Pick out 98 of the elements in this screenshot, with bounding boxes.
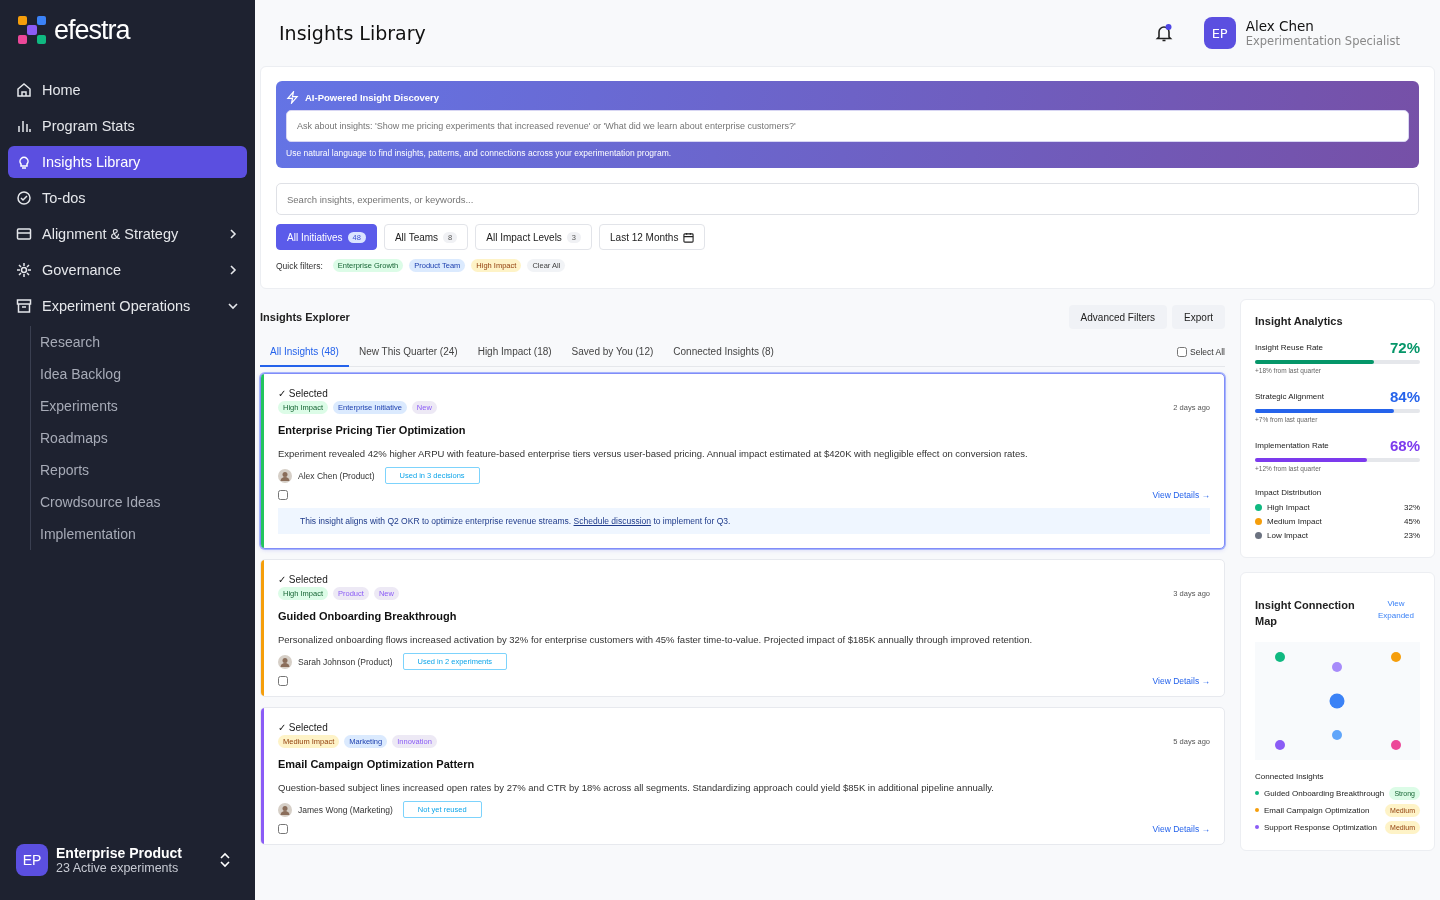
brand-name: efestra [54,14,130,46]
nav-subitem[interactable]: Idea Backlog [40,358,247,390]
select-all-label[interactable]: Select All [1190,347,1225,357]
insight-title: Guided Onboarding Breakthrough [278,610,458,622]
action-button[interactable]: Advanced Filters [1068,305,1168,329]
person-avatar [278,802,292,817]
connected-insight[interactable]: Email Campaign Optimization [1264,804,1381,817]
page-title: Insights Library [279,22,426,44]
chevron-icon [227,264,239,276]
nav-subitem[interactable]: Reports [40,454,247,486]
view-details-link[interactable]: View Details → [1152,490,1210,500]
schedule-link[interactable]: Schedule discussion [573,516,652,526]
home-icon [16,82,32,98]
metric-value: 84% [1389,388,1420,405]
nav-item[interactable]: Program Stats [8,110,247,142]
legend-value: 23% [1404,531,1420,540]
nav-item[interactable]: To-dos [8,182,247,214]
ai-title: AI-Powered Insight Discovery [305,92,440,103]
lightning-icon [286,91,299,104]
panel-title: Insight Analytics [1255,315,1344,327]
card-checkbox[interactable] [278,824,288,834]
insight-title: Email Campaign Optimization Pattern [278,758,476,770]
selection-status: ✓ Selected [278,574,328,585]
nav-subitem[interactable]: Research [40,326,247,358]
view-details-link[interactable]: View Details → [1152,824,1210,834]
insight-note: This insight aligns with Q2 OKR to optimize enterprise revenue streams. Schedule discussion to implement for Q3. [278,508,1210,534]
action-button[interactable]: Export [1172,305,1225,329]
gear-icon [16,262,32,278]
workspace-name: Enterprise Product [56,845,184,861]
view-expanded-link[interactable]: View Expanded [1372,598,1420,622]
workspace-avatar: EP [16,844,48,876]
quick-filters-label: Quick filters: [276,260,323,271]
bell-icon[interactable] [1153,23,1174,43]
metric-name: Insight Reuse Rate [1255,343,1324,352]
archive-icon [16,298,32,314]
stats-icon [16,118,32,134]
legend-label: Medium Impact [1267,517,1323,526]
tab[interactable]: Connected Insights (8) [663,338,784,367]
insight-summary: Question-based subject lines increased open rates by 27% and CTR by 18% across all segments. Standardizing approach could yield $85K in additional pipeline annually. [278,782,995,793]
view-details-link[interactable]: View Details → [1152,676,1210,686]
nav-subitem[interactable]: Roadmaps [40,422,247,454]
calendar-icon [683,231,695,243]
insight-card[interactable] [260,373,1225,549]
card-checkbox[interactable] [278,490,288,500]
board-icon [16,226,32,242]
selection-status: ✓ Selected [278,722,328,733]
panel-title: Insight Connection Map [1255,598,1355,629]
user-avatar[interactable]: EP [1203,17,1236,49]
nav-item[interactable]: Home [8,74,247,106]
ai-hint: Use natural language to find insights, patterns, and connections across your experimentation program. [286,148,673,158]
filter-button[interactable]: Last 12 Months [599,224,706,250]
nav-item[interactable]: Insights Library [8,146,247,178]
connected-insight[interactable]: Support Response Optimization [1264,821,1381,834]
section-title: Insights Explorer [260,311,350,323]
metric-value: 72% [1389,339,1420,356]
logo-icon [16,14,48,46]
nav-subitem[interactable]: Experiments [40,390,247,422]
search-field[interactable]: Search insights, experiments, or keywords... [276,183,1419,215]
nav-item[interactable]: Alignment & Strategy [8,218,247,250]
legend-label: Low Impact [1267,531,1309,540]
person-avatar [278,654,292,669]
nav-item[interactable]: Experiment Operations [8,290,247,322]
workspace-switcher[interactable]: EP Enterprise Product 23 Active experiments [8,844,247,876]
nav-subitem[interactable]: Implementation [40,518,247,550]
card-checkbox[interactable] [278,676,288,686]
insight-summary: Personalized onboarding flows increased activation by 32% for enterprise customers with 45% faster time-to-value. Projected impact of $185K annually through improved retention. [278,634,1034,645]
author: James Wong (Marketing) [298,804,393,815]
insight-title: Enterprise Pricing Tier Optimization [278,424,467,436]
connected-title: Connected Insights [1255,771,1325,781]
check-icon [16,190,32,206]
distribution-title: Impact Distribution [1255,488,1323,497]
chevron-icon [227,300,239,312]
ai-query-field[interactable]: Ask about insights: 'Show me pricing experiments that increased revenue' or 'What did we learn about enterprise customers?' [286,110,1409,142]
tab[interactable]: All Insights (48) [260,338,349,367]
connected-insight[interactable]: Guided Onboarding Breakthrough [1264,787,1385,800]
nav-item[interactable]: Governance [8,254,247,286]
select-all-checkbox[interactable] [1177,347,1188,357]
legend-label: High Impact [1267,503,1311,512]
author: Sarah Johnson (Product) [298,656,393,667]
nav-subitem[interactable]: Crowdsource Ideas [40,486,247,518]
person-avatar [278,468,292,483]
selection-status: ✓ Selected [278,388,328,399]
user-name: Alex Chen [1245,18,1315,34]
metric-name: Strategic Alignment [1255,392,1324,401]
tab[interactable]: Saved by You (12) [561,338,664,367]
metric-value: 68% [1389,437,1420,454]
metric-name: Implementation Rate [1255,441,1329,450]
legend-value: 45% [1404,517,1420,526]
tab[interactable]: New This Quarter (24) [348,338,468,367]
workspace-subtitle: 23 Active experiments [56,861,180,875]
chevron-icon [227,228,239,240]
author: Alex Chen (Product) [298,470,375,481]
tab[interactable]: High Impact (18) [467,338,562,367]
updown-icon [219,852,231,868]
insight-summary: Experiment revealed 42% higher ARPU with feature-based enterprise tiers versus user-based pricing. Annual impact estimated at $420K with negligible effect on conversion rates. [278,448,1029,459]
user-role: Experimentation Specialist [1245,34,1400,48]
bulb-icon [16,154,32,170]
legend-value: 32% [1404,503,1420,512]
